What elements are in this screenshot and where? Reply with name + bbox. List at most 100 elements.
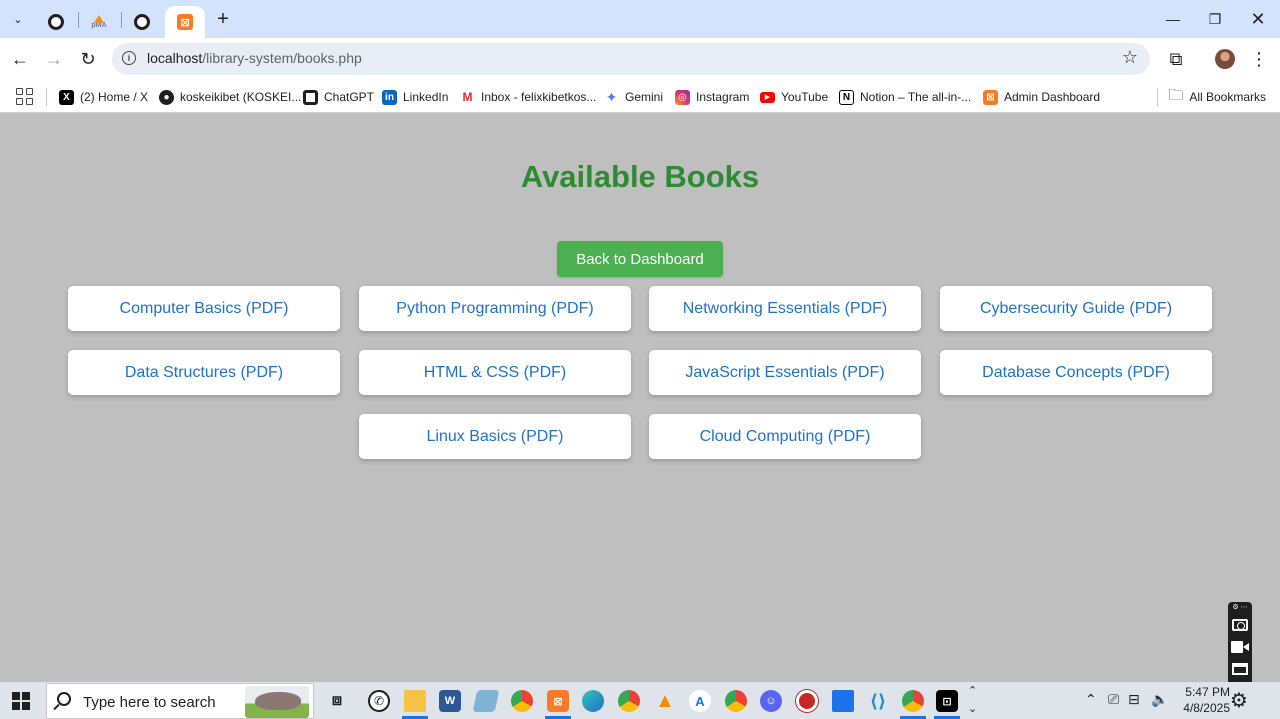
meet-now-icon[interactable]: ⎚ <box>1108 691 1119 708</box>
search-placeholder: Type here to search <box>83 694 216 711</box>
system-clock[interactable]: 5:47 PM 4/8/2025 <box>1170 684 1230 716</box>
bookmarks-bar: X (2) Home / X ● koskeikibet (KOSKEI... Ch… <box>0 80 1280 113</box>
youtube-icon: ▶ <box>760 91 775 103</box>
book-card: HTML & CSS (PDF) <box>359 350 631 395</box>
apps-grid-icon[interactable] <box>14 86 34 106</box>
scroll-down-chevron-icon[interactable]: ⌄ <box>968 702 977 715</box>
hippo-image <box>255 692 301 710</box>
back-arrow-button[interactable]: ← <box>6 45 34 73</box>
xampp-icon[interactable]: ⊠ <box>543 686 573 716</box>
folder-icon: 🗀 <box>1168 86 1184 104</box>
chrome-profile-icon[interactable] <box>614 686 644 716</box>
bookmark-linkedin[interactable]: in LinkedIn <box>382 85 448 109</box>
page-title: Available Books <box>520 159 760 194</box>
capcut-icon[interactable]: ⊡ <box>932 686 962 716</box>
show-hidden-icons-chevron[interactable]: ⌃ <box>1085 691 1097 708</box>
tab-chatgpt-2[interactable] <box>121 6 163 38</box>
book-card: Computer Basics (PDF) <box>68 286 340 331</box>
url-path: /library-system/books.php <box>202 50 362 66</box>
window-capture-icon[interactable] <box>1232 663 1248 675</box>
discord-icon[interactable]: ☺ <box>756 686 786 716</box>
bookmark-label: Notion – The all-in-... <box>860 90 972 104</box>
tab-chatgpt-1[interactable] <box>35 6 77 38</box>
book-link-javascript-essentials[interactable]: JavaScript Essentials (PDF) <box>685 364 884 382</box>
bookmark-instagram[interactable]: ◎ Instagram <box>675 85 749 109</box>
vscode-icon[interactable]: ⟨⟩ <box>863 686 893 716</box>
book-link-html-css[interactable]: HTML & CSS (PDF) <box>424 364 567 382</box>
chrome-active-icon[interactable] <box>898 686 928 716</box>
settings-gear-icon[interactable]: ⚙ <box>1230 688 1248 713</box>
chrome-profile-icon[interactable] <box>721 686 751 716</box>
bookmark-youtube[interactable]: ▶ YouTube <box>760 85 828 109</box>
close-window-button[interactable]: ✕ <box>1243 6 1273 32</box>
minimize-button[interactable]: — <box>1158 6 1188 32</box>
tab-search-button[interactable]: ⌄ <box>6 7 30 31</box>
new-tab-button[interactable]: + <box>211 7 235 31</box>
url-host: localhost <box>147 50 203 66</box>
record-icon[interactable] <box>792 686 822 716</box>
chrome-icon[interactable] <box>507 686 537 716</box>
word-icon[interactable]: W <box>435 686 465 716</box>
files-app-icon[interactable] <box>471 686 501 716</box>
bookmark-admin-dashboard[interactable]: ⊠ Admin Dashboard <box>983 85 1100 109</box>
restore-button[interactable]: ❐ <box>1200 6 1230 32</box>
bookmark-label: ChatGPT <box>324 90 375 104</box>
scroll-up-chevron-icon[interactable]: ⌃ <box>968 684 977 697</box>
linkedin-icon: in <box>382 89 397 105</box>
book-link-networking-essentials[interactable]: Networking Essentials (PDF) <box>683 300 888 318</box>
app-store-icon[interactable]: A <box>685 686 715 716</box>
file-explorer-icon[interactable] <box>400 686 430 716</box>
bookmark-gemini[interactable]: ✦ Gemini <box>604 85 663 109</box>
xampp-icon: ⊠ <box>177 14 193 30</box>
phpmyadmin-icon: pMA <box>90 15 108 29</box>
book-link-python-programming[interactable]: Python Programming (PDF) <box>396 300 593 318</box>
tab-strip: ⌄ pMA ⊠ + — ❐ ✕ <box>0 0 1280 38</box>
x-icon: X <box>59 89 74 105</box>
tab-books-active[interactable]: ⊠ <box>165 6 205 38</box>
video-record-icon[interactable] <box>1231 641 1249 653</box>
tab-phpmyadmin[interactable]: pMA <box>78 6 120 38</box>
book-card: Cloud Computing (PDF) <box>649 414 921 459</box>
address-bar[interactable]: i localhost/library-system/books.php ☆ <box>112 43 1150 75</box>
whatsapp-icon[interactable]: ✆ <box>364 686 394 716</box>
network-icon[interactable]: ⊟ <box>1128 691 1140 708</box>
bookmark-github[interactable]: ● koskeikibet (KOSKEI... <box>159 85 301 109</box>
book-link-cloud-computing[interactable]: Cloud Computing (PDF) <box>700 428 871 446</box>
bookmark-star-icon[interactable]: ☆ <box>1122 47 1138 68</box>
book-link-database-concepts[interactable]: Database Concepts (PDF) <box>982 364 1170 382</box>
bookmark-notion[interactable]: N Notion – The all-in-... <box>839 85 971 109</box>
gemini-icon: ✦ <box>604 88 619 105</box>
reload-button[interactable]: ↻ <box>74 45 102 73</box>
taskbar: Type here to search ⧈ ✆ W ⊠ ▲ A ☺ ⟨⟩ ⊡ ⌃… <box>0 682 1280 719</box>
taskbar-search-box[interactable]: Type here to search <box>46 683 314 719</box>
windows-start-icon[interactable] <box>12 692 30 710</box>
edge-icon[interactable] <box>578 686 608 716</box>
bookmark-label: LinkedIn <box>403 90 449 104</box>
bookmark-label: Gemini <box>625 90 664 104</box>
bookmark-x[interactable]: X (2) Home / X <box>59 85 148 109</box>
forward-arrow-button[interactable]: → <box>40 45 68 73</box>
book-card: Linux Basics (PDF) <box>359 414 631 459</box>
back-to-dashboard-button[interactable]: Back to Dashboard <box>557 241 723 277</box>
volume-icon[interactable]: 🔈 <box>1151 691 1168 708</box>
vlc-icon[interactable]: ▲ <box>650 686 680 716</box>
browser-menu-icon[interactable]: ⋮ <box>1245 45 1273 73</box>
capture-more-icon[interactable]: ⚙ ⋯ <box>1232 603 1247 613</box>
search-highlight-image <box>245 686 309 718</box>
task-view-icon[interactable]: ⧈ <box>322 686 352 716</box>
book-link-data-structures[interactable]: Data Structures (PDF) <box>125 364 283 382</box>
extensions-puzzle-icon[interactable]: ⧉ <box>1162 45 1190 73</box>
camera-icon[interactable] <box>1232 619 1248 631</box>
profile-avatar-button[interactable] <box>1211 45 1239 73</box>
book-link-computer-basics[interactable]: Computer Basics (PDF) <box>120 300 289 318</box>
bookmark-chatgpt[interactable]: ChatGPT <box>303 85 374 109</box>
book-card: Python Programming (PDF) <box>359 286 631 331</box>
site-info-icon[interactable]: i <box>122 51 136 65</box>
bookmark-gmail[interactable]: M Inbox - felixkibetkos... <box>460 85 596 109</box>
book-link-cybersecurity-guide[interactable]: Cybersecurity Guide (PDF) <box>980 300 1172 318</box>
url-text[interactable]: localhost/library-system/books.php <box>147 50 362 66</box>
capture-toolbar: ⚙ ⋯ <box>1228 602 1252 682</box>
book-link-linux-basics[interactable]: Linux Basics (PDF) <box>427 428 564 446</box>
all-bookmarks-button[interactable]: 🗀 All Bookmarks <box>1168 85 1266 109</box>
microsoft-store-icon[interactable] <box>828 686 858 716</box>
